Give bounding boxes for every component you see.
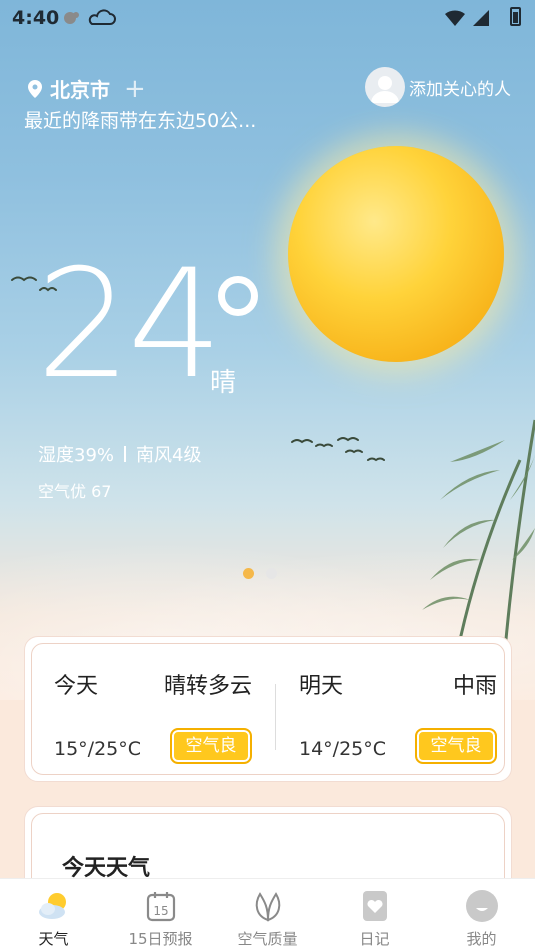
nav-item-label: 天气 xyxy=(38,930,69,948)
current-temperature: 24 xyxy=(36,238,223,412)
status-signal-icons xyxy=(443,8,495,32)
nav-item-label: 15日预报 xyxy=(128,930,193,948)
degree-symbol xyxy=(218,276,258,316)
humidity: 湿度39% xyxy=(38,445,115,466)
bottom-navigation: 天气 15 15日预报 空气质量 日记 我的 xyxy=(0,878,535,951)
location-pin-icon xyxy=(28,79,42,98)
forecast-condition: 晴转多云 xyxy=(163,674,252,699)
nav-item-15-day[interactable]: 15 15日预报 xyxy=(107,879,214,951)
add-care-person-label: 添加关心的人 xyxy=(409,79,511,100)
avatar-placeholder-icon xyxy=(365,67,405,107)
humidity-wind-row: 湿度39% 南风4级 xyxy=(38,441,201,467)
diary-heart-icon xyxy=(358,889,392,923)
air-quality[interactable]: 空气优 67 xyxy=(38,478,111,502)
forecast-tomorrow[interactable]: 明天 中雨 14°/25°C 空气良 xyxy=(277,644,497,778)
status-notification-icons xyxy=(62,8,122,32)
notification-app-icon xyxy=(64,12,79,24)
leaf-icon xyxy=(251,889,285,923)
svg-text:15: 15 xyxy=(153,904,168,918)
forecast-card: 今天 晴转多云 15°/25°C 空气良 明天 中雨 14°/25°C 空气良 xyxy=(24,636,512,782)
forecast-day: 今天 xyxy=(54,674,99,699)
profile-face-icon xyxy=(465,889,499,923)
page-dot xyxy=(266,568,277,579)
city-name[interactable]: 北京市 xyxy=(50,74,110,103)
divider xyxy=(124,446,127,462)
forecast-day: 明天 xyxy=(299,674,344,699)
nav-item-weather[interactable]: 天气 xyxy=(0,879,107,951)
nav-item-air-quality[interactable]: 空气质量 xyxy=(214,879,321,951)
divider xyxy=(275,684,276,750)
nav-item-label: 空气质量 xyxy=(237,930,298,948)
battery-icon xyxy=(510,7,521,26)
forecast-condition: 中雨 xyxy=(452,674,497,699)
status-time: 4:40 xyxy=(12,7,60,29)
nav-item-profile[interactable]: 我的 xyxy=(428,879,535,951)
forecast-temperature-range: 14°/25°C xyxy=(299,738,387,760)
page-dot-active xyxy=(243,568,254,579)
rain-notice[interactable]: 最近的降雨带在东边50公... xyxy=(24,106,256,133)
forecast-today[interactable]: 今天 晴转多云 15°/25°C 空气良 xyxy=(32,644,252,778)
wind: 南风4级 xyxy=(136,445,202,466)
aqi-badge: 空气良 xyxy=(415,728,497,764)
sun-illustration xyxy=(288,146,504,362)
calendar-15-icon: 15 xyxy=(144,889,178,923)
status-bar: 4:40 xyxy=(0,0,535,36)
add-care-person-button[interactable]: 添加关心的人 xyxy=(365,67,511,107)
forecast-temperature-range: 15°/25°C xyxy=(54,738,142,760)
current-condition: 晴 xyxy=(210,368,237,398)
page-indicator xyxy=(243,568,289,579)
partly-sunny-icon xyxy=(37,889,71,923)
nav-item-label: 日记 xyxy=(359,930,390,948)
cellular-signal-icon xyxy=(473,10,489,26)
cloud-icon xyxy=(88,9,116,25)
aqi-badge: 空气良 xyxy=(170,728,252,764)
add-city-button[interactable]: + xyxy=(124,76,146,102)
wifi-icon xyxy=(445,10,465,26)
nav-item-diary[interactable]: 日记 xyxy=(321,879,428,951)
location-bar[interactable]: 北京市 + xyxy=(28,74,146,103)
nav-item-label: 我的 xyxy=(466,930,497,948)
